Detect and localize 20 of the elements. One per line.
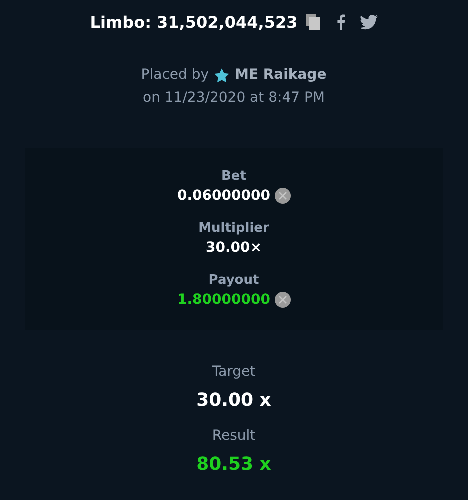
placed-date: on 11/23/2020 at 8:47 PM bbox=[142, 89, 326, 108]
coin-icon bbox=[274, 292, 290, 308]
result-value: 80.53 x bbox=[196, 453, 272, 477]
placed-by-label: Placed by bbox=[141, 66, 210, 85]
stat-label: Bet bbox=[222, 168, 246, 186]
coin-icon bbox=[274, 188, 290, 204]
result-value: 30.00 x bbox=[196, 389, 272, 413]
stat-value: 1.80000000 bbox=[178, 291, 270, 310]
stat-value: 0.06000000 bbox=[178, 187, 270, 206]
facebook-icon[interactable] bbox=[336, 14, 346, 30]
stat-value: 30.00× bbox=[206, 239, 262, 258]
username-link[interactable]: ME Raikage bbox=[235, 64, 327, 87]
result-label: Result bbox=[212, 427, 256, 446]
result-label: Target bbox=[212, 363, 256, 382]
star-icon bbox=[214, 68, 230, 84]
twitter-icon[interactable] bbox=[360, 14, 378, 30]
copy-icon[interactable] bbox=[306, 14, 320, 30]
stat-label: Multiplier bbox=[198, 220, 270, 238]
bet-title: Limbo: 31,502,044,523 bbox=[90, 12, 298, 32]
stat-label: Payout bbox=[208, 272, 260, 290]
